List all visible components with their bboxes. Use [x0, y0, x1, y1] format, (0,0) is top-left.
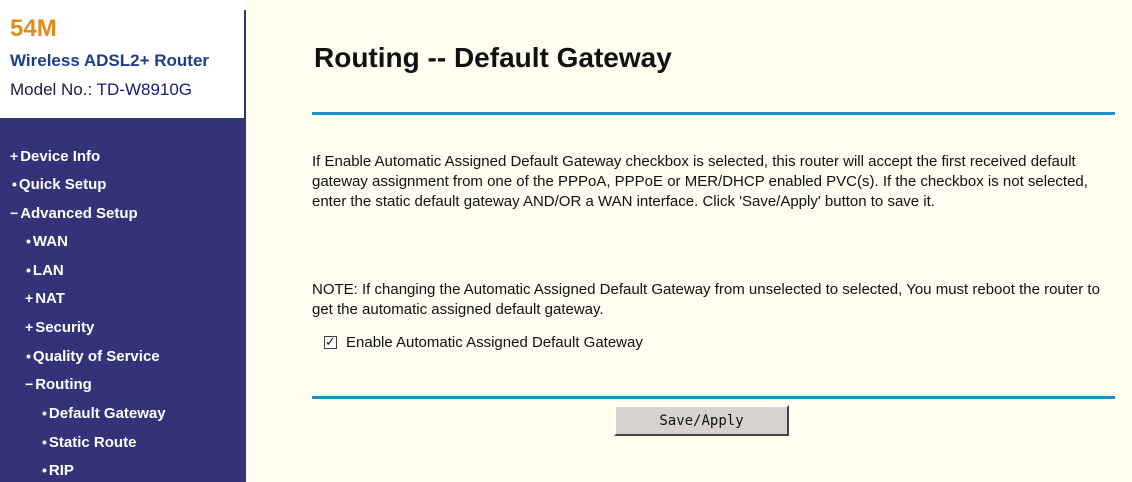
- main-content: Routing -- Default Gateway If Enable Aut…: [246, 0, 1132, 482]
- brand-speed: 54M: [10, 15, 57, 42]
- title-divider: [312, 112, 1115, 115]
- expand-icon: +: [10, 148, 19, 164]
- sidebar: 54M Wireless ADSL2+ Router Model No.: TD…: [0, 0, 246, 482]
- bullet-icon: •: [42, 434, 47, 450]
- collapse-icon: −: [25, 376, 34, 392]
- model-number: TD-W8910G: [96, 80, 193, 99]
- nav-item-advanced-setup[interactable]: − Advanced Setup: [10, 205, 138, 222]
- model-label: Model No.:: [10, 80, 97, 99]
- nav-item-label: Static Route: [48, 434, 137, 451]
- nav-menu: + Device Info • Quick Setup − Advanced Setu…: [0, 118, 246, 482]
- bullet-icon: •: [42, 462, 47, 478]
- bullet-icon: •: [42, 405, 47, 421]
- nav-item-label: NAT: [35, 290, 65, 307]
- collapse-icon: −: [10, 205, 19, 221]
- nav-item-label: RIP: [48, 462, 74, 479]
- nav-item-label: Quality of Service: [32, 348, 160, 365]
- description-text: If Enable Automatic Assigned Default Gat…: [312, 153, 1088, 210]
- nav-item-routing[interactable]: − Routing: [25, 376, 92, 393]
- nav-item-wan[interactable]: • WAN: [26, 233, 68, 250]
- enable-auto-gateway-label: Enable Automatic Assigned Default Gatewa…: [346, 334, 643, 351]
- nav-item-quality-of-service[interactable]: • Quality of Service: [26, 348, 160, 365]
- nav-item-label: Security: [35, 319, 95, 336]
- nav-item-label: Device Info: [20, 148, 101, 165]
- brand-header: 54M Wireless ADSL2+ Router Model No.: TD…: [0, 0, 246, 118]
- nav-item-device-info[interactable]: + Device Info: [10, 148, 100, 165]
- save-apply-button[interactable]: Save/Apply: [614, 405, 789, 436]
- nav-item-label: Quick Setup: [18, 176, 107, 193]
- auto-gateway-option: ✓ Enable Automatic Assigned Default Gate…: [324, 334, 643, 351]
- nav-item-label: LAN: [32, 262, 64, 279]
- nav-item-label: Advanced Setup: [20, 205, 138, 222]
- brand-product-name: Wireless ADSL2+ Router: [10, 51, 210, 70]
- nav-item-rip[interactable]: • RIP: [42, 462, 74, 479]
- page-title: Routing -- Default Gateway: [314, 42, 672, 73]
- form-divider: [312, 396, 1115, 399]
- bullet-icon: •: [12, 176, 17, 192]
- nav-item-label: Default Gateway: [48, 405, 166, 422]
- note-text: NOTE: If changing the Automatic Assigned…: [312, 281, 1100, 318]
- nav-item-label: WAN: [32, 233, 68, 250]
- nav-item-nat[interactable]: + NAT: [25, 290, 65, 307]
- enable-auto-gateway-checkbox[interactable]: ✓: [324, 334, 337, 349]
- nav-item-static-route[interactable]: • Static Route: [42, 434, 136, 451]
- brand-model: Model No.: TD-W8910G: [10, 80, 192, 100]
- checkmark-icon: ✓: [325, 334, 336, 349]
- bullet-icon: •: [26, 233, 31, 249]
- expand-icon: +: [25, 290, 34, 306]
- bullet-icon: •: [26, 262, 31, 278]
- bullet-icon: •: [26, 348, 31, 364]
- nav-item-security[interactable]: + Security: [25, 319, 94, 336]
- nav-item-quick-setup[interactable]: • Quick Setup: [12, 176, 106, 193]
- nav-item-label: Routing: [35, 376, 92, 393]
- nav-item-default-gateway[interactable]: • Default Gateway: [42, 405, 166, 422]
- nav-item-lan[interactable]: • LAN: [26, 262, 64, 279]
- expand-icon: +: [25, 319, 34, 335]
